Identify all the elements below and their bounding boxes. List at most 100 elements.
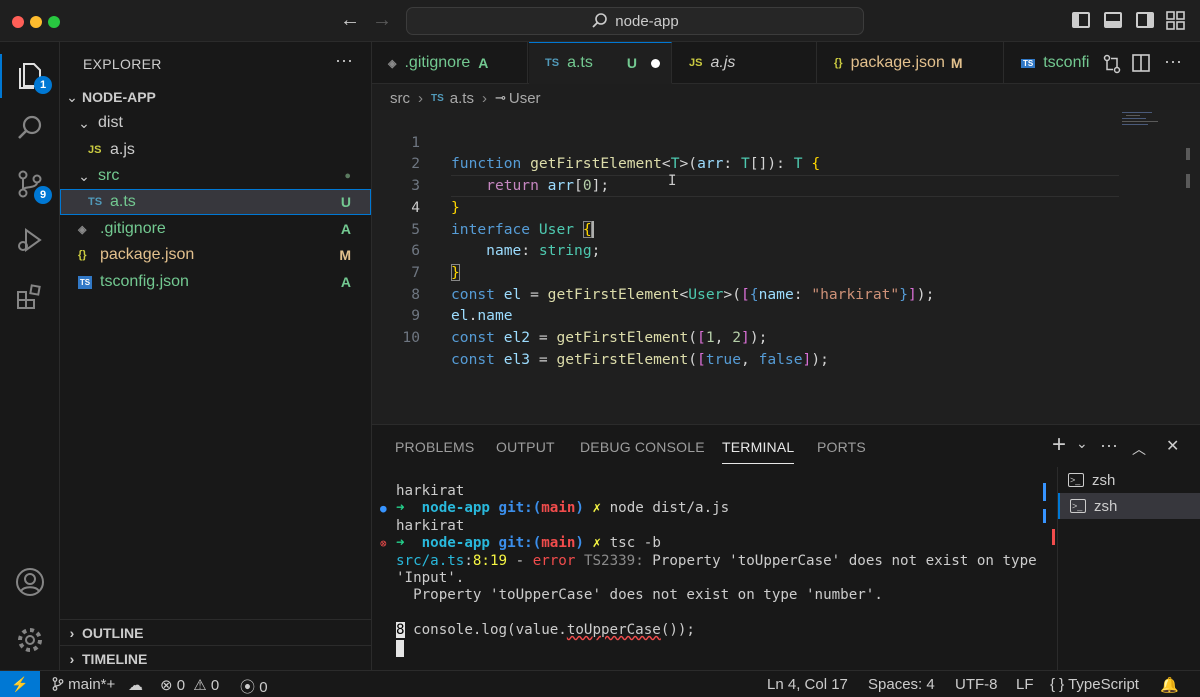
extensions-activity-button[interactable] (14, 282, 46, 314)
code-line: 7 const el = getFirstElement<User>([{nam… (372, 240, 1132, 303)
code-editor[interactable]: 1 function getFirstElement<T>(arr: T[]):… (372, 110, 1200, 424)
terminal-output[interactable]: harkirat ● ➜ node-app git:(main) ✗ node d… (380, 483, 1056, 657)
tree-file-a-js[interactable]: JS a.js (60, 137, 371, 163)
tab-a-ts[interactable]: TS a.ts U (529, 42, 672, 84)
maximize-window-button[interactable] (48, 16, 60, 28)
chevron-down-icon[interactable]: ⌄ (1076, 435, 1088, 452)
notifications-icon[interactable]: 🔔 (1160, 676, 1179, 694)
chevron-right-icon: › (418, 89, 423, 107)
tab-ports[interactable]: PORTS (817, 439, 866, 455)
code-line: 10 const el3 = getFirstElement([true, fa… (372, 305, 1132, 368)
tab-label: .gitignore (404, 54, 471, 71)
forward-arrow-icon[interactable]: → (372, 8, 392, 32)
terminal-scroll-marker (1043, 483, 1046, 501)
tab-output[interactable]: OUTPUT (496, 439, 555, 455)
sync-icon[interactable]: ☁ (128, 676, 143, 694)
tree-file-a-ts[interactable]: TS a.ts U (60, 189, 371, 215)
run-debug-icon (18, 228, 42, 252)
tab-status: A (478, 55, 489, 71)
tab-terminal[interactable]: TERMINAL (722, 439, 795, 464)
explorer-header: EXPLORER (83, 56, 162, 72)
error-squiggle: toUpperCase (566, 622, 661, 639)
toggle-primary-sidebar-icon[interactable] (1072, 12, 1090, 28)
manage-activity-button[interactable] (14, 624, 46, 656)
terminal-session-item[interactable]: >_ zsh (1058, 467, 1200, 493)
accounts-activity-button[interactable] (14, 566, 46, 598)
modified-status: M (339, 247, 351, 263)
tab-problems[interactable]: PROBLEMS (395, 439, 474, 455)
vertical-scrollbar[interactable] (1184, 148, 1192, 196)
breadcrumb-file[interactable]: a.ts (450, 90, 474, 107)
line-ending[interactable]: LF (1016, 676, 1034, 693)
braces-icon: { } (1050, 676, 1065, 693)
close-window-button[interactable] (12, 16, 24, 28)
terminal-line: harkirat (396, 517, 465, 534)
code-line: 1 function getFirstElement<T>(arr: T[]):… (372, 110, 1132, 173)
project-folder[interactable]: ⌄ NODE-APP (60, 84, 371, 110)
command-center-search[interactable]: node-app (406, 7, 864, 35)
tree-file-tsconfig-json[interactable]: TS tsconfig.json A (60, 269, 371, 295)
customize-layout-icon[interactable] (1166, 11, 1186, 31)
terminal-icon: >_ (1068, 473, 1084, 487)
code-line-current: 4 interface User { (372, 175, 1132, 238)
close-panel-button[interactable]: ✕ (1166, 436, 1179, 456)
breadcrumb-folder[interactable]: src (390, 90, 410, 107)
split-editor-icon[interactable] (1132, 54, 1150, 72)
minimap[interactable] (1120, 110, 1180, 424)
new-terminal-button[interactable]: + (1052, 431, 1066, 459)
problems-indicator[interactable]: ⊗ 0 ⚠ 0 (160, 676, 219, 694)
tree-item-label: dist (98, 114, 123, 131)
terminal-icon: >_ (1070, 499, 1086, 513)
tab-a-js[interactable]: JS a.js (673, 42, 817, 84)
outline-label: OUTLINE (82, 624, 144, 641)
breadcrumb-symbol[interactable]: User (509, 90, 541, 107)
run-debug-activity-button[interactable] (14, 224, 46, 256)
line-number: 10 (402, 329, 420, 346)
tab-gitignore[interactable]: ◈ .gitignore A (372, 42, 528, 84)
terminal-scroll-marker (1052, 529, 1055, 545)
toggle-secondary-sidebar-icon[interactable] (1136, 12, 1154, 28)
outline-section-header[interactable]: › OUTLINE (60, 619, 371, 645)
json-file-icon: {} (834, 57, 843, 69)
unsaved-dot-icon[interactable] (650, 58, 660, 68)
branch-indicator[interactable]: main*+ (52, 676, 115, 693)
back-arrow-icon[interactable]: ← (340, 8, 360, 32)
language-label: TypeScript (1068, 676, 1139, 693)
compare-changes-icon[interactable] (1102, 54, 1122, 74)
tree-folder-dist[interactable]: ⌄ dist (60, 110, 371, 136)
minimize-window-button[interactable] (30, 16, 42, 28)
language-mode[interactable]: { } TypeScript (1050, 676, 1139, 693)
tab-tsconfig[interactable]: TS tsconfi (1005, 42, 1105, 84)
active-indicator (0, 54, 2, 98)
panel-more-actions[interactable]: ··· (1100, 435, 1118, 456)
search-icon (18, 115, 42, 139)
encoding[interactable]: UTF-8 (955, 676, 998, 693)
search-activity-button[interactable] (14, 112, 46, 144)
source-control-activity-button[interactable]: 9 (14, 168, 52, 204)
tree-file-gitignore[interactable]: ◈ .gitignore A (60, 216, 371, 242)
tree-folder-src[interactable]: ⌄ src ● (60, 163, 371, 189)
timeline-section-header[interactable]: › TIMELINE (60, 645, 371, 671)
code-line: 5 name: string; (372, 197, 1132, 260)
cursor-position[interactable]: Ln 4, Col 17 (767, 676, 848, 693)
tab-package-json[interactable]: {} package.json M (818, 42, 1004, 84)
remote-indicator[interactable]: ⚡ (0, 671, 40, 697)
indentation[interactable]: Spaces: 4 (868, 676, 935, 693)
tree-file-package-json[interactable]: {} package.json M (60, 242, 371, 268)
explorer-more-actions[interactable]: ··· (335, 50, 353, 71)
status-bar: ⚡ main*+ ☁ ⊗ 0 ⚠ 0 ⦿ 0 Ln 4, Col 17 Spac… (0, 670, 1200, 697)
toggle-panel-icon[interactable] (1104, 12, 1122, 28)
explorer-activity-button[interactable]: 1 (14, 58, 52, 94)
tab-status: M (950, 55, 963, 71)
activity-bar: 1 9 (0, 42, 60, 670)
extensions-icon (17, 284, 41, 309)
editor-more-actions[interactable]: ··· (1164, 51, 1182, 72)
ts-file-icon: TS (545, 57, 560, 69)
maximize-panel-button[interactable]: ︿ (1132, 439, 1146, 459)
tab-label: package.json (850, 54, 945, 71)
ports-indicator[interactable]: ⦿ 0 (240, 676, 268, 697)
tab-debug-console[interactable]: DEBUG CONSOLE (580, 439, 705, 455)
terminal-session-item-active[interactable]: >_ zsh (1058, 493, 1200, 519)
tsconfig-file-icon: TS (78, 275, 92, 289)
